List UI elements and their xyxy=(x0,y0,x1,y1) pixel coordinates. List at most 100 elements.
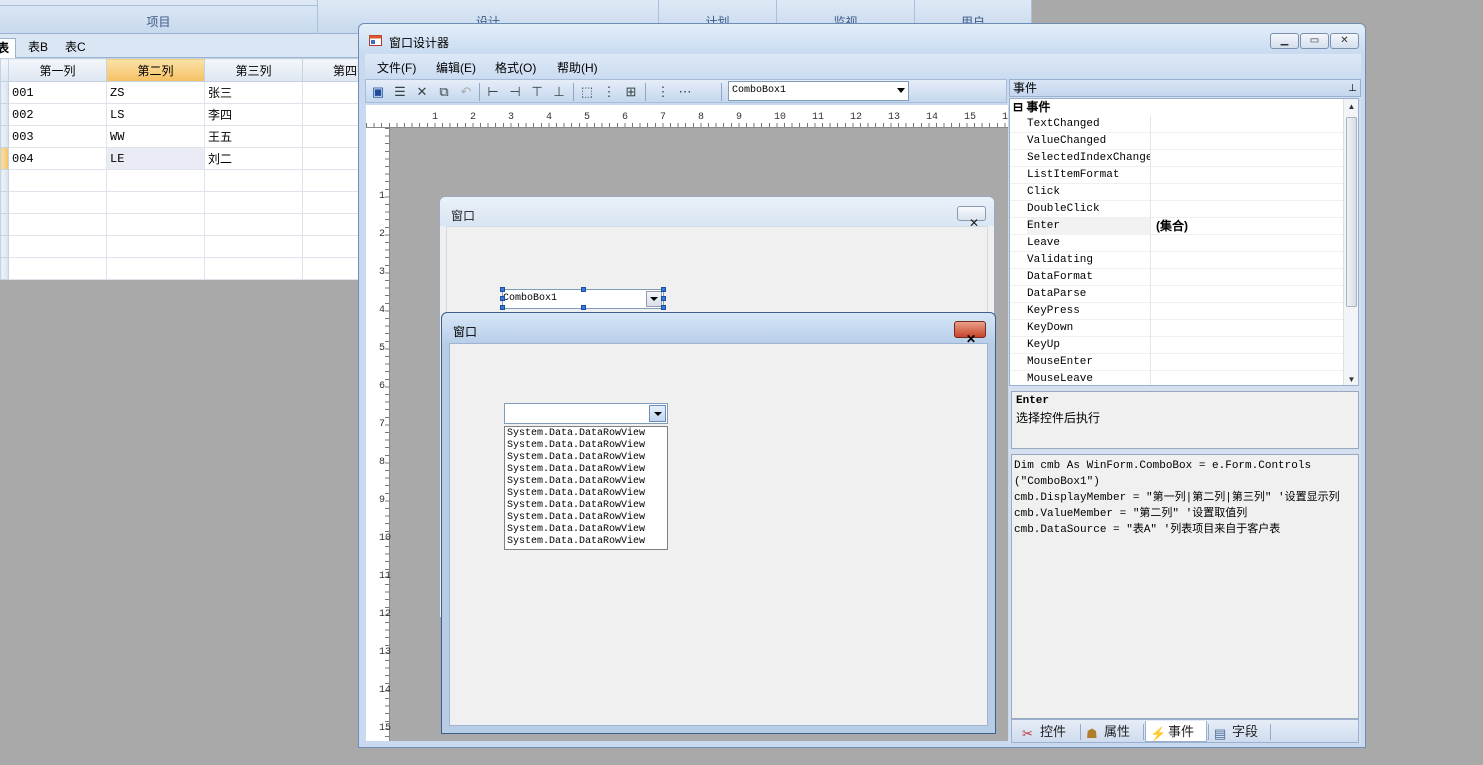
event-row[interactable]: KeyUp xyxy=(1010,337,1358,354)
runtime-form[interactable]: 窗口 ✕ System.Data.DataRowView System.Data.… xyxy=(441,312,996,734)
table-row[interactable]: 004 LE 刘二 xyxy=(0,147,361,171)
runtime-combobox-dropdown[interactable] xyxy=(649,405,666,422)
tab-controls[interactable]: ✂ 控件 xyxy=(1018,721,1078,742)
grid-cell[interactable]: 001 xyxy=(8,81,107,105)
list-item[interactable]: System.Data.DataRowView xyxy=(507,464,665,476)
event-row[interactable]: Enter (集合) xyxy=(1010,218,1358,235)
tab-events[interactable]: ⚡ 事件 xyxy=(1145,721,1207,742)
runtime-combobox[interactable] xyxy=(504,403,668,424)
undo-icon[interactable]: ↶ xyxy=(457,83,475,100)
runtime-form-body[interactable]: System.Data.DataRowView System.Data.DataR… xyxy=(449,343,988,726)
grid-cell[interactable]: 李四 xyxy=(204,103,303,127)
grid-cell[interactable] xyxy=(204,234,303,258)
resize-handle[interactable] xyxy=(661,305,666,310)
event-row[interactable]: DataParse xyxy=(1010,286,1358,303)
event-row[interactable]: MouseLeave xyxy=(1010,371,1358,385)
grid-cell[interactable] xyxy=(204,191,303,214)
align-right-icon[interactable]: ⊣ xyxy=(506,83,524,100)
menu-file[interactable]: 文件(F) xyxy=(377,59,416,76)
horizontal-spacing-icon[interactable]: ⋯ xyxy=(676,83,694,100)
row-header[interactable] xyxy=(0,81,9,105)
event-row[interactable]: TextChanged xyxy=(1010,116,1358,133)
grid-cell[interactable] xyxy=(302,81,361,105)
grid-cell[interactable]: 004 xyxy=(8,147,107,171)
design-combobox[interactable]: ComboBox1 xyxy=(500,287,666,310)
menu-format[interactable]: 格式(O) xyxy=(495,59,536,76)
grid-cell[interactable]: LE xyxy=(106,147,205,171)
grid-cell[interactable] xyxy=(204,212,303,236)
event-row[interactable]: SelectedIndexChanged xyxy=(1010,150,1358,167)
collapse-icon[interactable]: ⊟ xyxy=(1013,100,1023,114)
maximize-button[interactable]: ▭ xyxy=(1300,33,1329,49)
grid-cell[interactable] xyxy=(302,103,361,127)
table-row[interactable] xyxy=(0,256,361,281)
list-item[interactable]: System.Data.DataRowView xyxy=(507,536,665,548)
grid-cell[interactable] xyxy=(302,125,361,149)
scroll-thumb[interactable] xyxy=(1346,117,1357,307)
design-combobox-dropdown[interactable] xyxy=(646,291,662,307)
list-item[interactable]: System.Data.DataRowView xyxy=(507,452,665,464)
events-scrollbar[interactable]: ▲ ▼ xyxy=(1343,99,1358,385)
grid-cell[interactable] xyxy=(8,169,107,192)
control-selector-combo[interactable]: ComboBox1 xyxy=(728,81,909,101)
list-item[interactable]: System.Data.DataRowView xyxy=(507,488,665,500)
grid-cell[interactable] xyxy=(106,191,205,214)
resize-handle[interactable] xyxy=(661,296,666,301)
table-row[interactable]: 002 LS 李四 xyxy=(0,103,361,127)
grid-cell[interactable]: 002 xyxy=(8,103,107,127)
grid-cell[interactable] xyxy=(302,234,361,258)
grid-cell[interactable]: 003 xyxy=(8,125,107,149)
scroll-down-icon[interactable]: ▼ xyxy=(1344,372,1358,385)
event-row[interactable]: ListItemFormat xyxy=(1010,167,1358,184)
resize-handle[interactable] xyxy=(500,296,505,301)
resize-handle[interactable] xyxy=(581,305,586,310)
resize-handle[interactable] xyxy=(500,287,505,292)
designer-titlebar[interactable]: 窗口设计器 ▁ ▭ ✕ xyxy=(359,24,1365,54)
table-row[interactable]: 001 ZS 张三 xyxy=(0,81,361,105)
sheet-tab-b[interactable]: 表B xyxy=(28,38,48,58)
list-item[interactable]: System.Data.DataRowView xyxy=(507,476,665,488)
grid-cell[interactable] xyxy=(8,191,107,214)
list-item[interactable]: System.Data.DataRowView xyxy=(507,524,665,536)
resize-handle[interactable] xyxy=(500,305,505,310)
row-header[interactable] xyxy=(0,125,9,149)
align-top-icon[interactable]: ⊤ xyxy=(528,83,546,100)
event-row[interactable]: DataFormat xyxy=(1010,269,1358,286)
row-header[interactable] xyxy=(0,256,9,281)
row-header[interactable] xyxy=(0,169,9,192)
grid-cell[interactable] xyxy=(302,212,361,236)
ribbon-group-project[interactable]: 项目 xyxy=(0,0,318,34)
grid-cell[interactable] xyxy=(106,234,205,258)
row-header[interactable] xyxy=(0,147,9,171)
grid-cell[interactable] xyxy=(8,256,107,281)
row-header[interactable] xyxy=(0,103,9,127)
grid-cell[interactable]: LS xyxy=(106,103,205,127)
align-left-icon[interactable]: ⊢ xyxy=(484,83,502,100)
code-editor[interactable]: Dim cmb As WinForm.ComboBox = e.Form.Con… xyxy=(1011,454,1359,719)
pin-icon[interactable]: ⊥ xyxy=(1348,81,1357,97)
align-bottom-icon[interactable]: ⊥ xyxy=(550,83,568,100)
list-item[interactable]: System.Data.DataRowView xyxy=(507,512,665,524)
runtime-form-close-button[interactable]: ✕ xyxy=(954,321,986,346)
event-row[interactable]: KeyDown xyxy=(1010,320,1358,337)
runtime-form-titlebar[interactable]: 窗口 ✕ xyxy=(442,313,995,346)
grid-cell[interactable] xyxy=(204,256,303,281)
list-item[interactable]: System.Data.DataRowView xyxy=(507,440,665,452)
resize-handle[interactable] xyxy=(581,287,586,292)
data-grid[interactable]: 第一列 第二列 第三列 第四列 001 ZS 张三 002 LS 李四 003 … xyxy=(0,57,361,281)
scroll-up-icon[interactable]: ▲ xyxy=(1344,99,1358,114)
table-row[interactable] xyxy=(0,169,361,192)
grid-cell[interactable] xyxy=(8,212,107,236)
grid-cell[interactable]: WW xyxy=(106,125,205,149)
vertical-spacing-icon[interactable]: ⋮ xyxy=(654,83,672,100)
save-icon[interactable]: ▣ xyxy=(369,83,387,100)
events-grid[interactable]: ⊟ 事件 TextChanged ValueChanged SelectedInde… xyxy=(1009,98,1359,386)
grid-corner[interactable] xyxy=(0,57,9,83)
resize-handle[interactable] xyxy=(661,287,666,292)
column-header[interactable]: 第二列 xyxy=(106,57,205,83)
same-width-icon[interactable]: ⬚ xyxy=(578,83,596,100)
design-form-close-button[interactable]: ✕ xyxy=(957,206,986,230)
combobox-dropdown-list[interactable]: System.Data.DataRowView System.Data.DataR… xyxy=(504,426,668,550)
tab-fields[interactable]: ▤ 字段 xyxy=(1210,721,1270,742)
grid-cell[interactable] xyxy=(302,169,361,192)
